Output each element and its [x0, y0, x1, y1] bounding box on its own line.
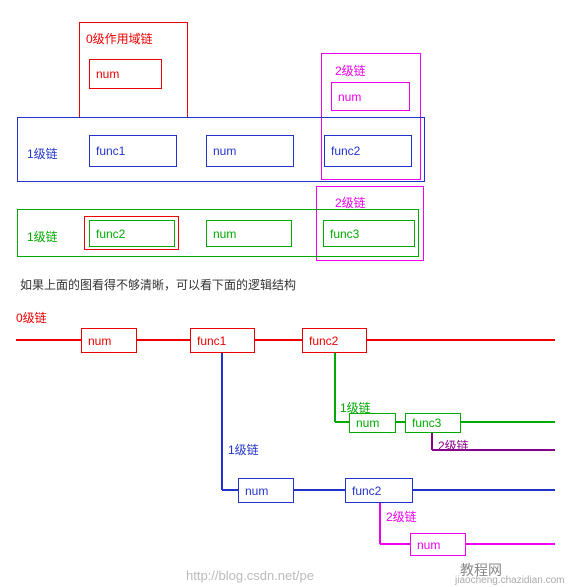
scope1-top-func2-label: func2	[331, 144, 360, 158]
tree-purple-label: 2级链	[438, 437, 469, 454]
scope1-bot-func2-label: func2	[96, 227, 125, 241]
scope2-top-title: 2级链	[335, 62, 366, 79]
tree-magenta-label: 2级链	[386, 508, 417, 525]
scope1-bot-num-label: num	[213, 227, 236, 241]
scope1-bot-func2-box: func2	[89, 220, 175, 247]
scope1-top-title: 1级链	[27, 145, 58, 162]
tree-green-num-label: num	[356, 416, 379, 430]
tree-func1-box: func1	[190, 328, 255, 353]
scope1-top-num-box: num	[206, 135, 294, 167]
tree-num-box-1: num	[81, 328, 137, 353]
tree-blue-func2-label: func2	[352, 484, 381, 498]
tree-green-func3-label: func3	[412, 416, 441, 430]
scope0-num-box: num	[89, 59, 162, 89]
scope1-top-num-label: num	[213, 144, 236, 158]
tree-func2-box-top: func2	[302, 328, 367, 353]
scope1-bot-title: 1级链	[27, 228, 58, 245]
scope1-top-func2-box: func2	[324, 135, 412, 167]
scope1-bot-num-box: num	[206, 220, 292, 247]
tree-root-label: 0级链	[16, 309, 47, 326]
caption: 如果上面的图看得不够清晰，可以看下面的逻辑结构	[20, 276, 296, 293]
tree-green-num-box: num	[349, 413, 396, 433]
scope0-title: 0级作用域链	[86, 30, 153, 47]
scope1-bot-func3-box: func3	[323, 220, 415, 247]
tree-blue-num-box: num	[238, 478, 294, 503]
tree-blue-label: 1级链	[228, 441, 259, 458]
tree-blue-num-label: num	[245, 484, 268, 498]
scope1-top-func1-label: func1	[96, 144, 125, 158]
tree-num-label-1: num	[88, 334, 111, 348]
watermark-domain: jiaocheng.chazidian.com	[455, 575, 565, 586]
scope2-top-num-box: num	[331, 82, 410, 111]
tree-blue-func2-box: func2	[345, 478, 413, 503]
scope2-top-num-label: num	[338, 90, 361, 104]
tree-magenta-num-label: num	[417, 538, 440, 552]
tree-green-func3-box: func3	[405, 413, 461, 433]
scope1-top-func1-box: func1	[89, 135, 177, 167]
watermark-url: http://blog.csdn.net/pe	[186, 568, 314, 583]
tree-magenta-num-box: num	[410, 533, 466, 556]
scope0-num-label: num	[96, 67, 119, 81]
tree-func2-label-top: func2	[309, 334, 338, 348]
scope1-bot-func3-label: func3	[330, 227, 359, 241]
tree-func1-label: func1	[197, 334, 226, 348]
